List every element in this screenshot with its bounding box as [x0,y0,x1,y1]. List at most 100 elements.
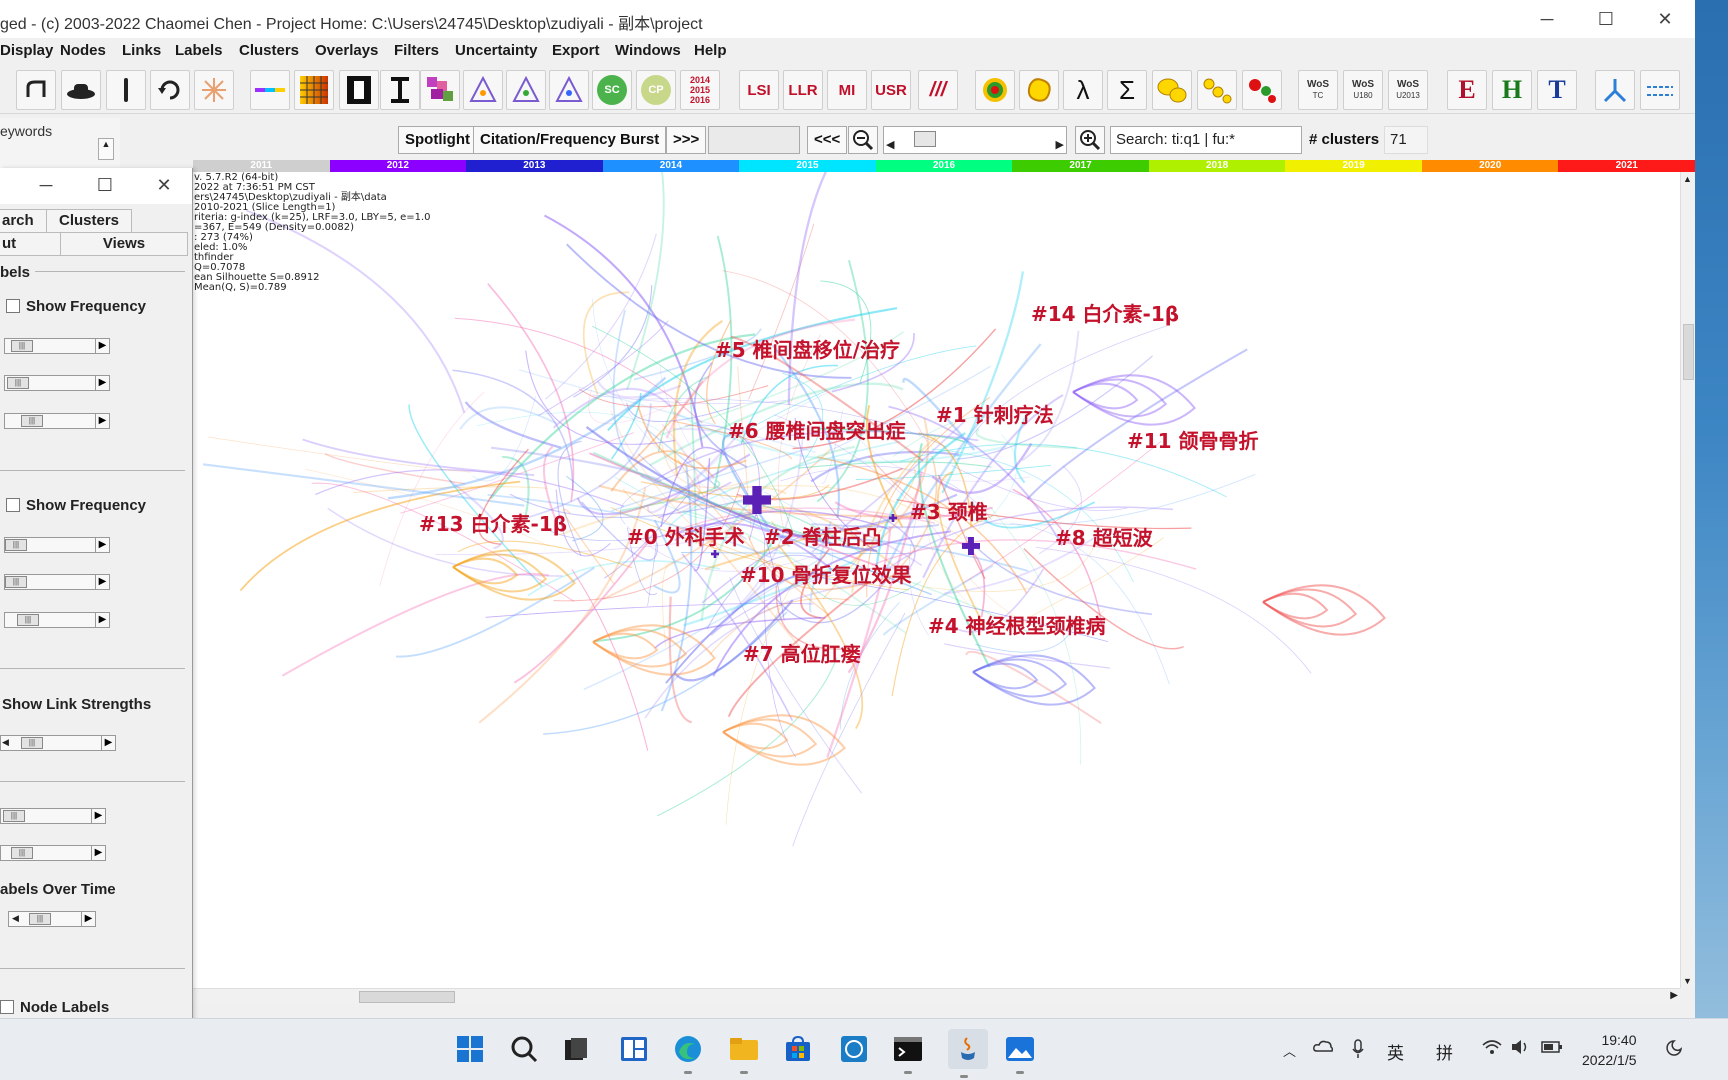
slash-button[interactable]: /// [918,70,958,110]
scroll-up-arrow[interactable]: ▲ [1683,174,1692,184]
slider-right-arrow[interactable]: ▶ [95,414,109,428]
zoom-out-button[interactable] [848,126,878,154]
label-font-slider[interactable]: ||| ▶ [4,375,110,391]
tab-clusters[interactable]: Clusters [46,209,132,233]
time-slider-1[interactable]: ||| ▶ [0,808,106,824]
scroll-right-arrow[interactable]: ▶ [1670,990,1678,1001]
close-button[interactable]: ✕ [1651,6,1679,32]
cluster-label-13[interactable]: #13 白介素-1β [419,508,567,537]
vertical-scroll-thumb[interactable] [1683,324,1694,380]
ime-mode-indicator[interactable]: 拼 [1436,1039,1453,1064]
spark-icon[interactable] [194,70,234,110]
menu-uncertainty[interactable]: Uncertainty [455,42,538,59]
menu-windows[interactable]: Windows [615,42,681,59]
menu-clusters[interactable]: Clusters [239,42,299,59]
ring-icon[interactable] [975,70,1015,110]
scroll-down-arrow[interactable]: ▼ [1683,976,1692,986]
time-slider-2[interactable]: ||| ▶ [0,845,106,861]
burst-button[interactable]: Citation/Frequency Burst [473,126,667,154]
folder-icon[interactable] [728,1033,760,1074]
slider-knob[interactable]: ||| [5,576,27,588]
slider-knob[interactable]: ||| [17,614,39,626]
cluster-label-10[interactable]: #10 骨折复位效果 [740,559,912,588]
link-strength-slider[interactable]: ◀ ||| ▶ [0,735,116,751]
menu-labels[interactable]: Labels [175,42,223,59]
color-line-icon[interactable] [250,70,290,110]
zoom-slider[interactable]: ◀ ▶ [883,126,1067,154]
hat-icon[interactable] [61,70,101,110]
microphone-icon[interactable] [1351,1039,1365,1063]
h-button[interactable]: H [1492,70,1532,110]
menu-help[interactable]: Help [694,42,727,59]
horizontal-scrollbar[interactable]: ▶ [193,988,1680,1004]
labels-over-time-slider[interactable]: ◀ ||| ▶ [8,911,96,927]
chain-icon[interactable] [1197,70,1237,110]
slider-right-arrow[interactable]: ▶ [95,575,109,589]
slider-right-arrow[interactable]: ▶ [95,538,109,552]
edge-browser-icon[interactable] [672,1033,704,1074]
network-node[interactable] [968,537,974,555]
zoom-slider-knob[interactable] [914,131,936,147]
dots-icon[interactable] [1242,70,1282,110]
slider-right-arrow[interactable]: ▶ [95,613,109,627]
slider-right-arrow[interactable]: ▶ [91,846,105,860]
dell-app-icon[interactable] [838,1033,870,1065]
snap-layout-icon[interactable] [618,1033,650,1065]
menu-links[interactable]: Links [122,42,161,59]
slider-knob[interactable]: ||| [29,913,51,925]
slider-right-arrow[interactable]: ▶ [101,736,115,750]
e-button[interactable]: E [1447,70,1487,110]
show-frequency-checkbox-1[interactable] [6,299,20,313]
slider-knob[interactable]: ||| [21,737,43,749]
maximize-button[interactable]: ☐ [1592,6,1620,32]
next-button[interactable]: >>> [666,126,707,154]
system-clock[interactable]: 19:40 2022/1/5 [1582,1030,1637,1070]
search-icon[interactable] [508,1033,540,1065]
minimize-button[interactable]: ─ [1533,6,1561,32]
network-canvas[interactable]: v. 5.7.R2 (64-bit) 2022 at 7:36:51 PM CST… [193,172,1680,988]
cluster-label-14[interactable]: #14 白介素-1β [1031,298,1179,327]
prev-button[interactable]: <<< [807,126,848,154]
keywords-scroll-up[interactable]: ▲ [98,138,114,160]
slider-knob[interactable]: ||| [3,810,25,822]
h-icon[interactable] [339,70,379,110]
cluster-label-11[interactable]: #11 颌骨骨折 [1127,425,1259,454]
slider-right-arrow[interactable]: ▶ [81,912,95,926]
tree-icon[interactable] [1595,70,1635,110]
wos-u2013-button[interactable]: WoS U2013 [1388,70,1428,110]
slider-knob[interactable]: ||| [21,415,43,427]
terminal-icon[interactable] [892,1033,924,1074]
cluster-label-8[interactable]: #8 超短波 [1055,522,1153,551]
network-node[interactable] [752,486,762,514]
node-size-slider[interactable]: ||| ▶ [4,537,110,553]
cluster-label-5[interactable]: #5 椎间盘移位/治疗 [715,334,900,363]
onedrive-icon[interactable] [1313,1039,1334,1057]
network-node[interactable] [713,550,717,558]
sigma-icon[interactable]: Σ [1107,70,1147,110]
triangle-b-icon[interactable] [506,70,546,110]
slider-left-arrow[interactable]: ◀ [2,737,9,748]
sc-icon[interactable]: SC [592,70,632,110]
slider-left-arrow[interactable]: ◀ [12,913,19,924]
cluster-label-1[interactable]: #1 针刺疗法 [936,399,1054,428]
spotlight-button[interactable]: Spotlight [398,126,477,154]
vertical-scrollbar[interactable]: ▲ ▼ [1680,172,1695,988]
menu-overlays[interactable]: Overlays [315,42,378,59]
yellow-blobs-icon[interactable] [1152,70,1192,110]
slider-knob[interactable]: ||| [11,340,33,352]
reload-graph-icon[interactable] [16,70,56,110]
panel-maximize-button[interactable]: ☐ [91,172,119,198]
cluster-label-4[interactable]: #4 神经根型颈椎病 [928,610,1106,639]
zoom-in-button[interactable] [1075,126,1105,154]
network-node[interactable] [891,514,895,522]
llr-button[interactable]: LLR [783,70,823,110]
panel-close-button[interactable]: ✕ [150,172,178,198]
tab-layout[interactable]: ut [0,232,61,256]
cluster-label-2[interactable]: #2 脊柱后凸 [764,521,882,550]
cluster-label-6[interactable]: #6 腰椎间盘突出症 [728,415,906,444]
blob-icon[interactable] [1019,70,1059,110]
search-input[interactable]: Search: ti:q1 | fu:* [1110,126,1302,154]
menu-nodes[interactable]: Nodes [60,42,106,59]
tab-views[interactable]: Views [60,232,188,256]
timeline-view-icon[interactable] [1640,70,1680,110]
